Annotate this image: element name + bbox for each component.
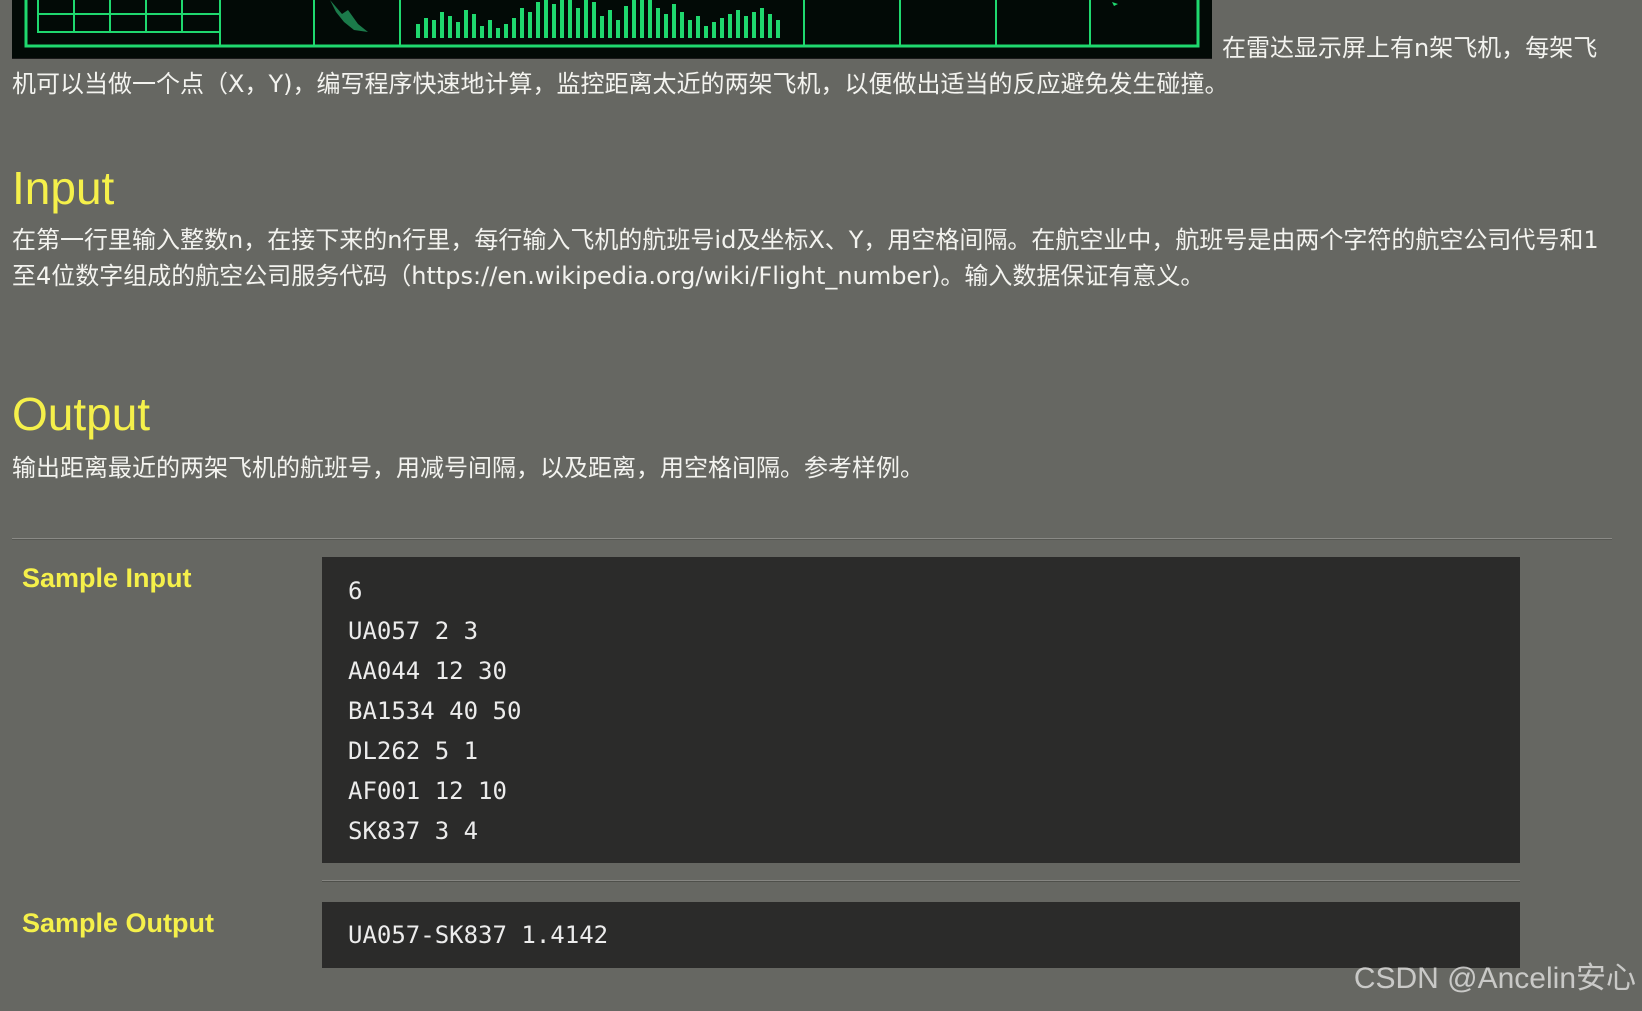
output-section-title: Output — [12, 388, 151, 440]
sample-output-code-block[interactable]: UA057-SK837 1.4142 — [322, 902, 1520, 968]
input-description: 在第一行里输入整数n，在接下来的n行里，每行输入飞机的航班号id及坐标X、Y，用… — [12, 226, 1599, 290]
output-description: 输出距离最近的两架飞机的航班号，用减号间隔，以及距离，用空格间隔。参考样例。 — [12, 454, 924, 482]
sample-input-line: SK837 3 4 — [348, 817, 479, 845]
sample-input-line: 6 — [348, 577, 363, 605]
sample-input-line: AA044 12 30 — [348, 657, 507, 685]
section-divider — [12, 538, 1612, 540]
sample-input-line: UA057 2 3 — [348, 617, 479, 645]
sample-input-label: Sample Input — [22, 563, 192, 593]
sample-input-line: AF001 12 10 — [348, 777, 507, 805]
sample-input-line: DL262 5 1 — [348, 737, 479, 765]
code-divider — [322, 880, 1520, 882]
sample-input-line: BA1534 40 50 — [348, 697, 522, 725]
problem-description: 在雷达显示屏上有n架飞机，每架飞机可以当做一个点（X，Y)，编写程序快速地计算，… — [12, 34, 1598, 98]
csdn-watermark: CSDN @Ancelin安心 — [1353, 962, 1636, 995]
sample-output-label: Sample Output — [22, 908, 215, 938]
input-section-title: Input — [12, 162, 115, 214]
sample-input-code-block[interactable]: 6 UA057 2 3 AA044 12 30 BA1534 40 50 DL2… — [322, 557, 1520, 863]
